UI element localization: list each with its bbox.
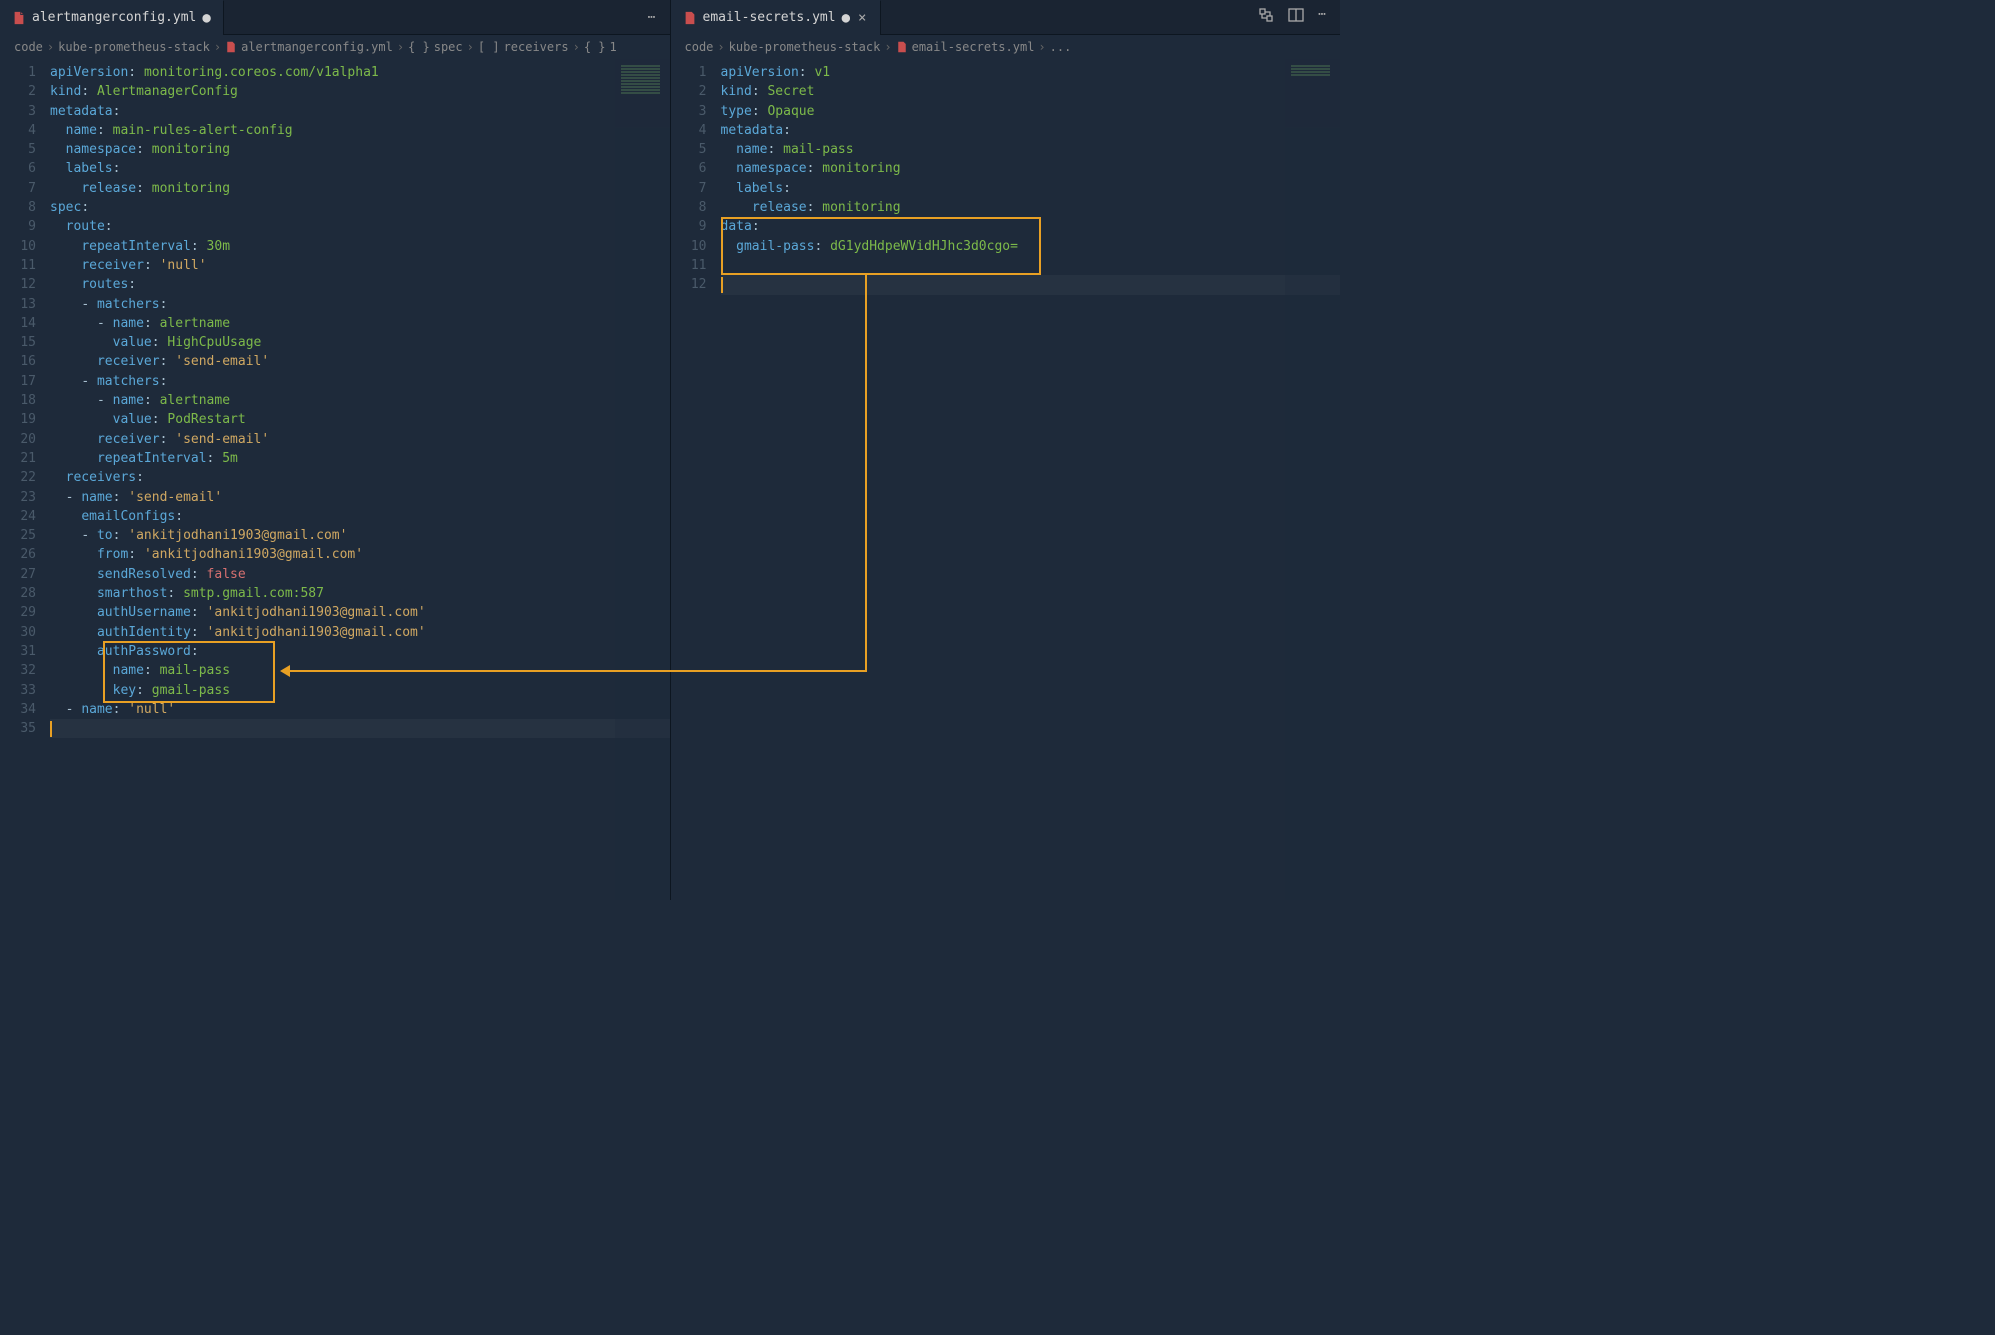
chevron-right-icon: › xyxy=(467,40,474,54)
chevron-right-icon: › xyxy=(214,40,221,54)
yaml-file-icon xyxy=(12,11,26,25)
annotation-arrow xyxy=(290,670,867,672)
annotation-arrow xyxy=(865,275,867,672)
breadcrumbs-right[interactable]: code › kube-prometheus-stack › email-sec… xyxy=(671,35,1341,59)
yaml-file-icon xyxy=(896,41,908,53)
brace-icon: { } xyxy=(408,40,430,54)
code-area[interactable]: apiVersion: monitoring.coreos.com/v1alph… xyxy=(50,59,670,900)
breadcrumb-item[interactable]: receivers xyxy=(504,40,569,54)
breadcrumb-item[interactable]: kube-prometheus-stack xyxy=(729,40,881,54)
close-icon[interactable]: × xyxy=(856,10,868,26)
editor-root: alertmangerconfig.yml ● ⋯ code › kube-pr… xyxy=(0,0,1340,900)
right-pane: email-secrets.yml ● × ⋯ code › kube-prom… xyxy=(671,0,1341,900)
tab-actions-left: ⋯ xyxy=(648,10,670,25)
code-area[interactable]: apiVersion: v1kind: Secrettype: Opaqueme… xyxy=(721,59,1341,900)
yaml-file-icon xyxy=(683,11,697,25)
more-actions-icon[interactable]: ⋯ xyxy=(1318,7,1326,27)
tab-filename: alertmangerconfig.yml xyxy=(32,10,196,25)
breadcrumb-item[interactable]: alertmangerconfig.yml xyxy=(241,40,393,54)
more-actions-icon[interactable]: ⋯ xyxy=(648,10,656,25)
tab-actions-right: ⋯ xyxy=(1258,7,1340,27)
minimap[interactable] xyxy=(1285,59,1340,900)
tab-filename: email-secrets.yml xyxy=(703,10,836,25)
tabs-left: alertmangerconfig.yml ● ⋯ xyxy=(0,0,670,35)
tab-email-secrets[interactable]: email-secrets.yml ● × xyxy=(671,0,882,35)
line-number-gutter: 123456789101112 xyxy=(671,59,721,900)
bracket-icon: [ ] xyxy=(478,40,500,54)
minimap[interactable] xyxy=(615,59,670,900)
chevron-right-icon: › xyxy=(47,40,54,54)
tabs-right: email-secrets.yml ● × ⋯ xyxy=(671,0,1341,35)
left-pane: alertmangerconfig.yml ● ⋯ code › kube-pr… xyxy=(0,0,671,900)
modified-indicator-icon: ● xyxy=(202,10,210,26)
breadcrumb-item[interactable]: email-secrets.yml xyxy=(912,40,1035,54)
yaml-file-icon xyxy=(225,41,237,53)
chevron-right-icon: › xyxy=(573,40,580,54)
chevron-right-icon: › xyxy=(1038,40,1045,54)
breadcrumb-item[interactable]: code xyxy=(685,40,714,54)
chevron-right-icon: › xyxy=(884,40,891,54)
chevron-right-icon: › xyxy=(397,40,404,54)
brace-icon: { } xyxy=(584,40,606,54)
breadcrumb-item[interactable]: spec xyxy=(434,40,463,54)
line-number-gutter: 1234567891011121314151617181920212223242… xyxy=(0,59,50,900)
breadcrumbs-left[interactable]: code › kube-prometheus-stack › alertmang… xyxy=(0,35,670,59)
tab-alertmanagerconfig[interactable]: alertmangerconfig.yml ● xyxy=(0,0,224,35)
breadcrumb-item[interactable]: 1 xyxy=(610,40,617,54)
compare-changes-icon[interactable] xyxy=(1258,7,1274,27)
breadcrumb-item[interactable]: ... xyxy=(1050,40,1072,54)
breadcrumb-item[interactable]: kube-prometheus-stack xyxy=(58,40,210,54)
annotation-arrow-head xyxy=(280,665,290,677)
modified-indicator-icon: ● xyxy=(842,10,850,26)
editor-body-right[interactable]: 123456789101112 apiVersion: v1kind: Secr… xyxy=(671,59,1341,900)
chevron-right-icon: › xyxy=(717,40,724,54)
editor-body-left[interactable]: 1234567891011121314151617181920212223242… xyxy=(0,59,670,900)
split-editor-icon[interactable] xyxy=(1288,7,1304,27)
breadcrumb-item[interactable]: code xyxy=(14,40,43,54)
